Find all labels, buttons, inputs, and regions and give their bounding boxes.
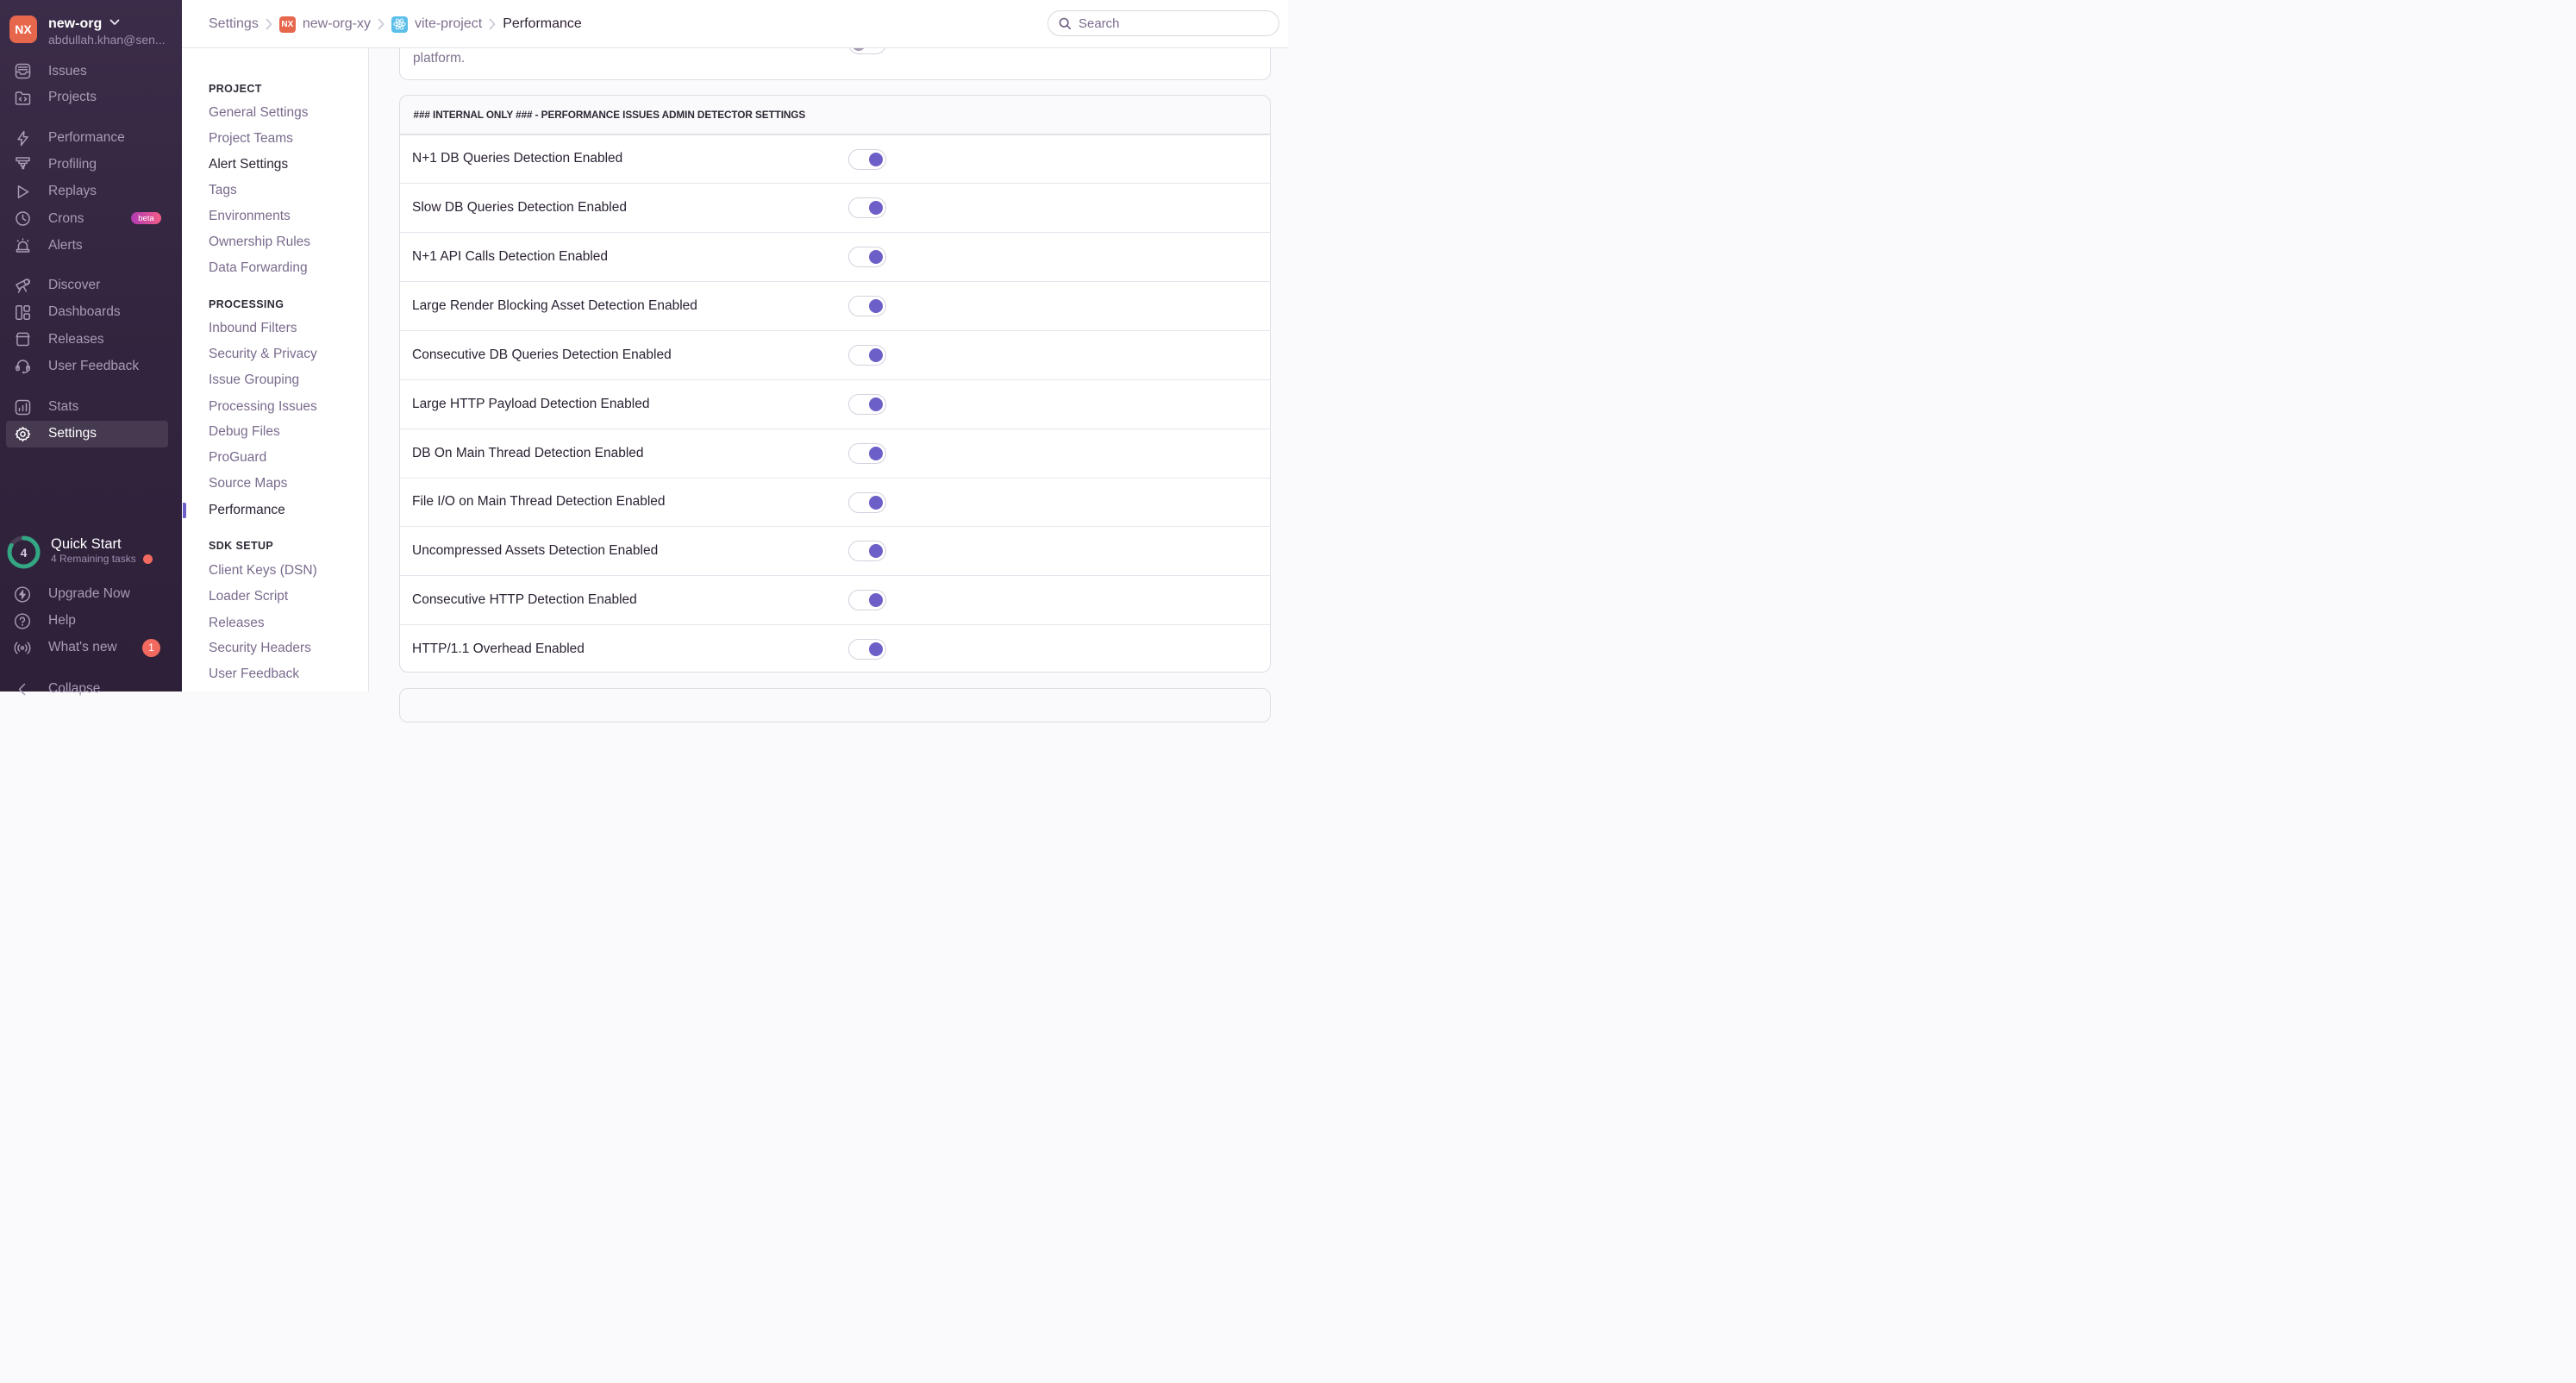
- svg-text:4: 4: [21, 546, 28, 560]
